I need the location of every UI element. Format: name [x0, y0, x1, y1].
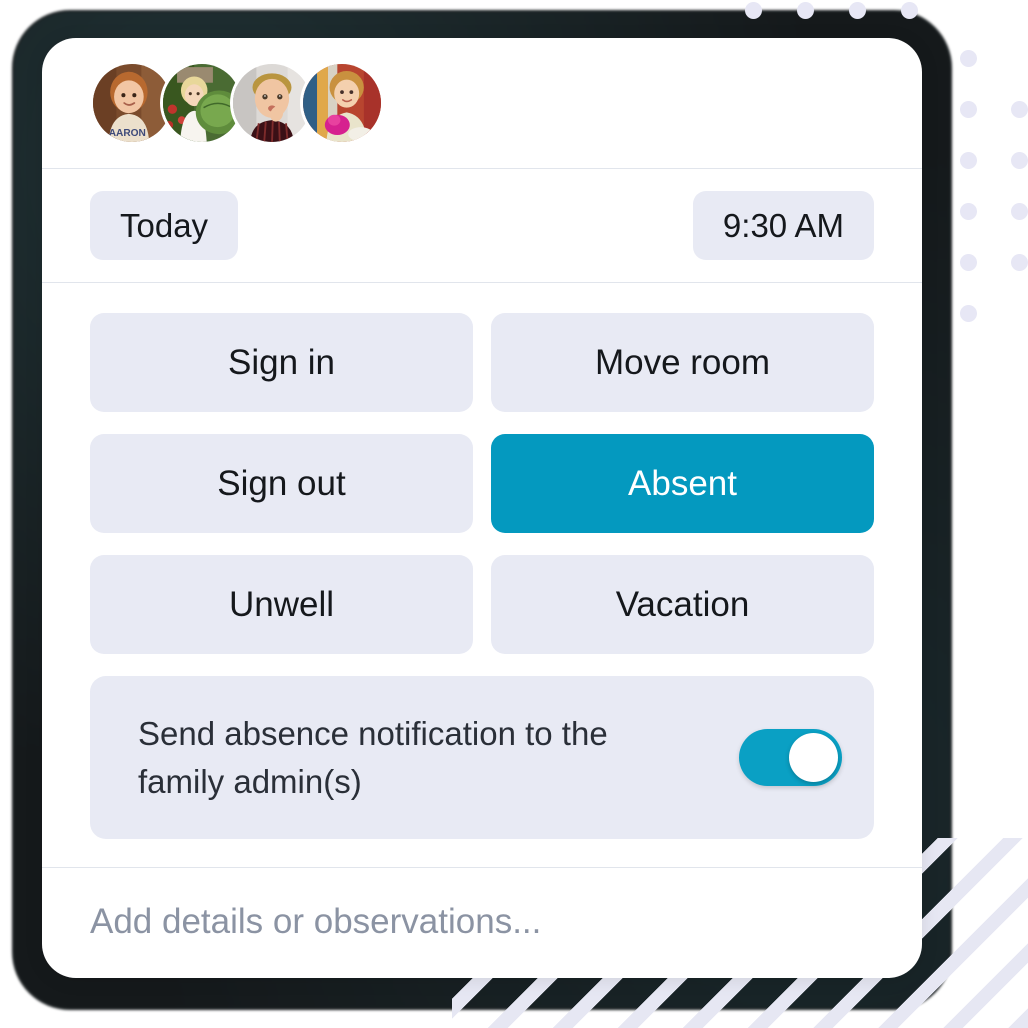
date-time-row: Today 9:30 AM — [42, 169, 922, 282]
action-button-sign-out[interactable]: Sign out — [90, 434, 473, 533]
time-pill[interactable]: 9:30 AM — [692, 191, 874, 260]
decorative-dot — [1011, 203, 1028, 220]
decorative-dot — [960, 101, 977, 118]
decorative-dot — [1011, 152, 1028, 169]
absence-notification-toggle[interactable] — [739, 729, 842, 786]
decorative-dot — [960, 50, 977, 67]
absence-notification-row: Send absence notification to the family … — [90, 676, 874, 839]
observations-input[interactable] — [42, 868, 922, 976]
action-button-absent[interactable]: Absent — [491, 434, 874, 533]
action-button-move-room[interactable]: Move room — [491, 313, 874, 412]
decorative-dot — [960, 152, 977, 169]
action-button-sign-in[interactable]: Sign in — [90, 313, 473, 412]
decorative-dot — [960, 305, 977, 322]
date-pill[interactable]: Today — [90, 191, 239, 260]
decorative-dot — [1011, 101, 1028, 118]
note-section — [42, 867, 922, 976]
selected-children-avatars: AARON — [42, 38, 922, 168]
decorative-dot — [960, 203, 977, 220]
child-photo-4-icon — [303, 64, 381, 142]
decorative-dot — [960, 254, 977, 271]
action-button-unwell[interactable]: Unwell — [90, 555, 473, 654]
screenshot-stage: AARON Today 9:30 AM Sign in Move room Si… — [0, 0, 1028, 1028]
child-avatar-4[interactable] — [300, 61, 384, 145]
attendance-actions-grid: Sign in Move room Sign out Absent Unwell Vaca… — [42, 283, 922, 654]
attendance-card: AARON Today 9:30 AM Sign in Move room Si… — [42, 38, 922, 978]
decorative-dot — [1011, 254, 1028, 271]
absence-notification-label: Send absence notification to the family … — [138, 714, 608, 800]
action-button-vacation[interactable]: Vacation — [491, 555, 874, 654]
toggle-knob-icon — [789, 733, 838, 782]
svg-text:AARON: AARON — [109, 128, 146, 139]
